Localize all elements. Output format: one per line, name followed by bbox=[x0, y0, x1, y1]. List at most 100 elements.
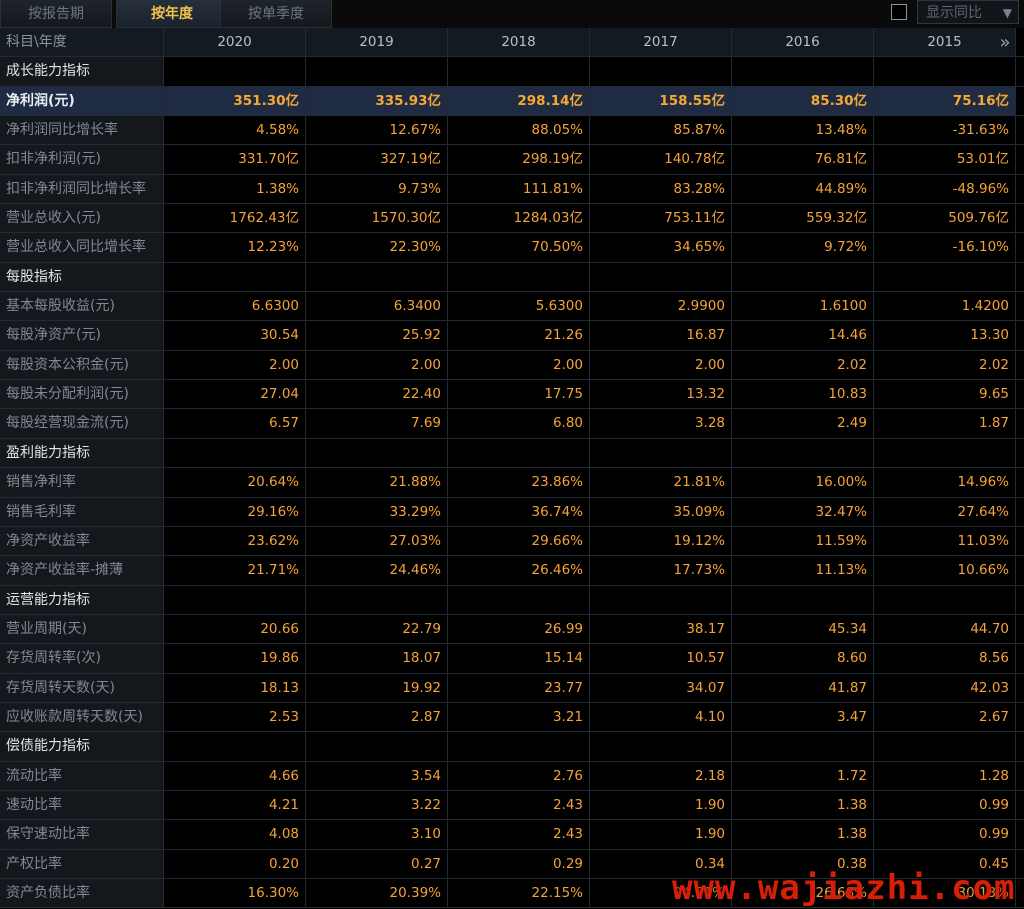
table-row[interactable]: 销售净利率 20.64% 21.88% 23.86% 21.81% 16.00% 14.96… bbox=[0, 468, 1024, 498]
table-row[interactable]: 速动比率 4.21 3.22 2.43 1.90 1.38 0.99 bbox=[0, 790, 1024, 821]
value-cell: -31.63% bbox=[874, 116, 1016, 145]
year-header-2018[interactable]: 2018 bbox=[448, 28, 590, 57]
table-row[interactable]: 存货周转率(次) 19.86 18.07 15.14 10.57 8.60 8.56 bbox=[0, 644, 1024, 674]
value-cell: 1.87 bbox=[874, 409, 1016, 438]
year-header-2020[interactable]: 2020 bbox=[164, 28, 306, 57]
value-cell: 11.03% bbox=[874, 526, 1016, 556]
section-header-row[interactable]: 运营能力指标 bbox=[0, 585, 1024, 615]
value-cell: 34.65% bbox=[590, 233, 732, 262]
table-row[interactable]: 每股净资产(元) 30.54 25.92 21.26 16.87 14.46 13.30 bbox=[0, 321, 1024, 351]
value-cell: 0.20 bbox=[164, 849, 306, 878]
table-row[interactable]: 保守速动比率 4.08 3.10 2.43 1.90 1.38 0.99 bbox=[0, 820, 1024, 850]
value-cell: 32.47% bbox=[732, 497, 874, 526]
value-cell: 27.64% bbox=[874, 497, 1016, 526]
value-cell: 158.55亿 bbox=[590, 86, 732, 116]
section-header-row[interactable]: 盈利能力指标 bbox=[0, 438, 1024, 469]
value-cell: 13.30 bbox=[874, 321, 1016, 350]
value-cell: 75.16亿 bbox=[874, 86, 1016, 116]
value-cell: 4.58% bbox=[164, 116, 306, 145]
table-row[interactable]: 销售毛利率 29.16% 33.29% 36.74% 35.09% 32.47% 27.64… bbox=[0, 497, 1024, 527]
value-cell: 22.30% bbox=[306, 233, 448, 262]
value-cell: 10.57 bbox=[590, 644, 732, 673]
tab-by-year[interactable]: 按年度 bbox=[116, 0, 228, 28]
double-chevron-right-icon[interactable]: » bbox=[994, 28, 1016, 57]
year-header-2019[interactable]: 2019 bbox=[306, 28, 448, 57]
value-cell: 7.69 bbox=[306, 409, 448, 438]
value-cell: 29.66% bbox=[448, 526, 590, 556]
table-row[interactable]: 净利润(元) 351.30亿 335.93亿 298.14亿 158.55亿 85.30亿… bbox=[0, 86, 1024, 117]
section-title: 偿债能力指标 bbox=[0, 732, 164, 761]
value-cell: 22.15% bbox=[448, 878, 590, 908]
table-row[interactable]: 营业周期(天) 20.66 22.79 26.99 38.17 45.34 44.70 bbox=[0, 614, 1024, 645]
value-cell: 70.50% bbox=[448, 233, 590, 262]
value-cell: 559.32亿 bbox=[732, 204, 874, 233]
tab-by-report-period[interactable]: 按报告期 bbox=[0, 0, 112, 28]
value-cell: 26.46% bbox=[448, 556, 590, 585]
value-cell bbox=[306, 57, 448, 86]
value-cell: 21.26 bbox=[448, 321, 590, 350]
section-header-row[interactable]: 成长能力指标 bbox=[0, 57, 1024, 87]
tab-by-quarter[interactable]: 按单季度 bbox=[220, 0, 332, 28]
table-row[interactable]: 净资产收益率 23.62% 27.03% 29.66% 19.12% 11.59% 11.0… bbox=[0, 526, 1024, 557]
value-cell bbox=[306, 262, 448, 292]
table-row[interactable]: 每股未分配利润(元) 27.04 22.40 17.75 13.32 10.83 9.65 bbox=[0, 380, 1024, 410]
table-row[interactable]: 应收账款周转天数(天) 2.53 2.87 3.21 4.10 3.47 2.67 bbox=[0, 702, 1024, 733]
value-cell: 53.01亿 bbox=[874, 145, 1016, 174]
table-row[interactable]: 营业总收入同比增长率 12.23% 22.30% 70.50% 34.65% 9.72% -… bbox=[0, 233, 1024, 263]
row-label: 每股经营现金流(元) bbox=[0, 409, 164, 438]
value-cell: 85.87% bbox=[590, 116, 732, 145]
show-yoy-dropdown[interactable]: 显示同比 ▼ bbox=[917, 0, 1019, 24]
value-cell: 16.87 bbox=[590, 321, 732, 350]
show-yoy-checkbox[interactable] bbox=[891, 4, 907, 20]
value-cell bbox=[874, 262, 1016, 292]
value-cell bbox=[164, 438, 306, 468]
table-row[interactable]: 流动比率 4.66 3.54 2.76 2.18 1.72 1.28 bbox=[0, 761, 1024, 791]
value-cell: 1.90 bbox=[590, 790, 732, 820]
value-cell: 3.21 bbox=[448, 702, 590, 732]
row-label: 速动比率 bbox=[0, 790, 164, 820]
section-title: 成长能力指标 bbox=[0, 57, 164, 86]
table-row[interactable]: 每股资本公积金(元) 2.00 2.00 2.00 2.00 2.02 2.02 bbox=[0, 350, 1024, 381]
value-cell bbox=[448, 732, 590, 761]
section-header-row[interactable]: 每股指标 bbox=[0, 262, 1024, 293]
value-cell: 331.70亿 bbox=[164, 145, 306, 174]
table-row[interactable]: 净利润同比增长率 4.58% 12.67% 88.05% 85.87% 13.48% -31… bbox=[0, 116, 1024, 146]
row-label: 营业总收入(元) bbox=[0, 204, 164, 233]
value-cell: 29.16% bbox=[164, 497, 306, 526]
value-cell: 19.92 bbox=[306, 673, 448, 702]
value-cell: 36.74% bbox=[448, 497, 590, 526]
value-cell: 2.53 bbox=[164, 702, 306, 732]
value-cell: 21.88% bbox=[306, 468, 448, 497]
value-cell: 4.66 bbox=[164, 761, 306, 790]
value-cell: 14.96% bbox=[874, 468, 1016, 497]
table-row[interactable]: 营业总收入(元) 1762.43亿 1570.30亿 1284.03亿 753.11亿 5… bbox=[0, 204, 1024, 234]
value-cell: 9.65 bbox=[874, 380, 1016, 409]
value-cell: 1.38 bbox=[732, 820, 874, 849]
value-cell: 1.38% bbox=[164, 174, 306, 204]
year-header-2017[interactable]: 2017 bbox=[590, 28, 732, 57]
section-header-row[interactable]: 偿债能力指标 bbox=[0, 732, 1024, 762]
value-cell: 16.30% bbox=[164, 878, 306, 908]
table-row[interactable]: 扣非净利润(元) 331.70亿 327.19亿 298.19亿 140.78亿 76.8… bbox=[0, 145, 1024, 175]
table-row[interactable]: 净资产收益率-摊薄 21.71% 24.46% 26.46% 17.73% 11.13% 1… bbox=[0, 556, 1024, 586]
value-cell bbox=[874, 585, 1016, 614]
value-cell: 41.87 bbox=[732, 673, 874, 702]
row-label: 净资产收益率-摊薄 bbox=[0, 556, 164, 585]
value-cell: 2.00 bbox=[448, 350, 590, 380]
table-row[interactable]: 扣非净利润同比增长率 1.38% 9.73% 111.81% 83.28% 44.89% -… bbox=[0, 174, 1024, 205]
section-title: 盈利能力指标 bbox=[0, 438, 164, 468]
table-row[interactable]: 存货周转天数(天) 18.13 19.92 23.77 34.07 41.87 42.03 bbox=[0, 673, 1024, 703]
value-cell: 26.99 bbox=[448, 614, 590, 644]
value-cell: 23.62% bbox=[164, 526, 306, 556]
value-cell: 76.81亿 bbox=[732, 145, 874, 174]
table-row[interactable]: 基本每股收益(元) 6.6300 6.3400 5.6300 2.9900 1.6100 1… bbox=[0, 292, 1024, 322]
table-row[interactable]: 每股经营现金流(元) 6.57 7.69 6.80 3.28 2.49 1.87 bbox=[0, 409, 1024, 439]
value-cell: 44.89% bbox=[732, 174, 874, 204]
year-header-2016[interactable]: 2016 bbox=[732, 28, 874, 57]
subject-year-header: 科目\年度 bbox=[0, 28, 164, 57]
value-cell: 1.38 bbox=[732, 790, 874, 820]
value-cell: 19.12% bbox=[590, 526, 732, 556]
value-cell bbox=[164, 57, 306, 86]
value-cell: 27.03% bbox=[306, 526, 448, 556]
value-cell: 9.72% bbox=[732, 233, 874, 262]
